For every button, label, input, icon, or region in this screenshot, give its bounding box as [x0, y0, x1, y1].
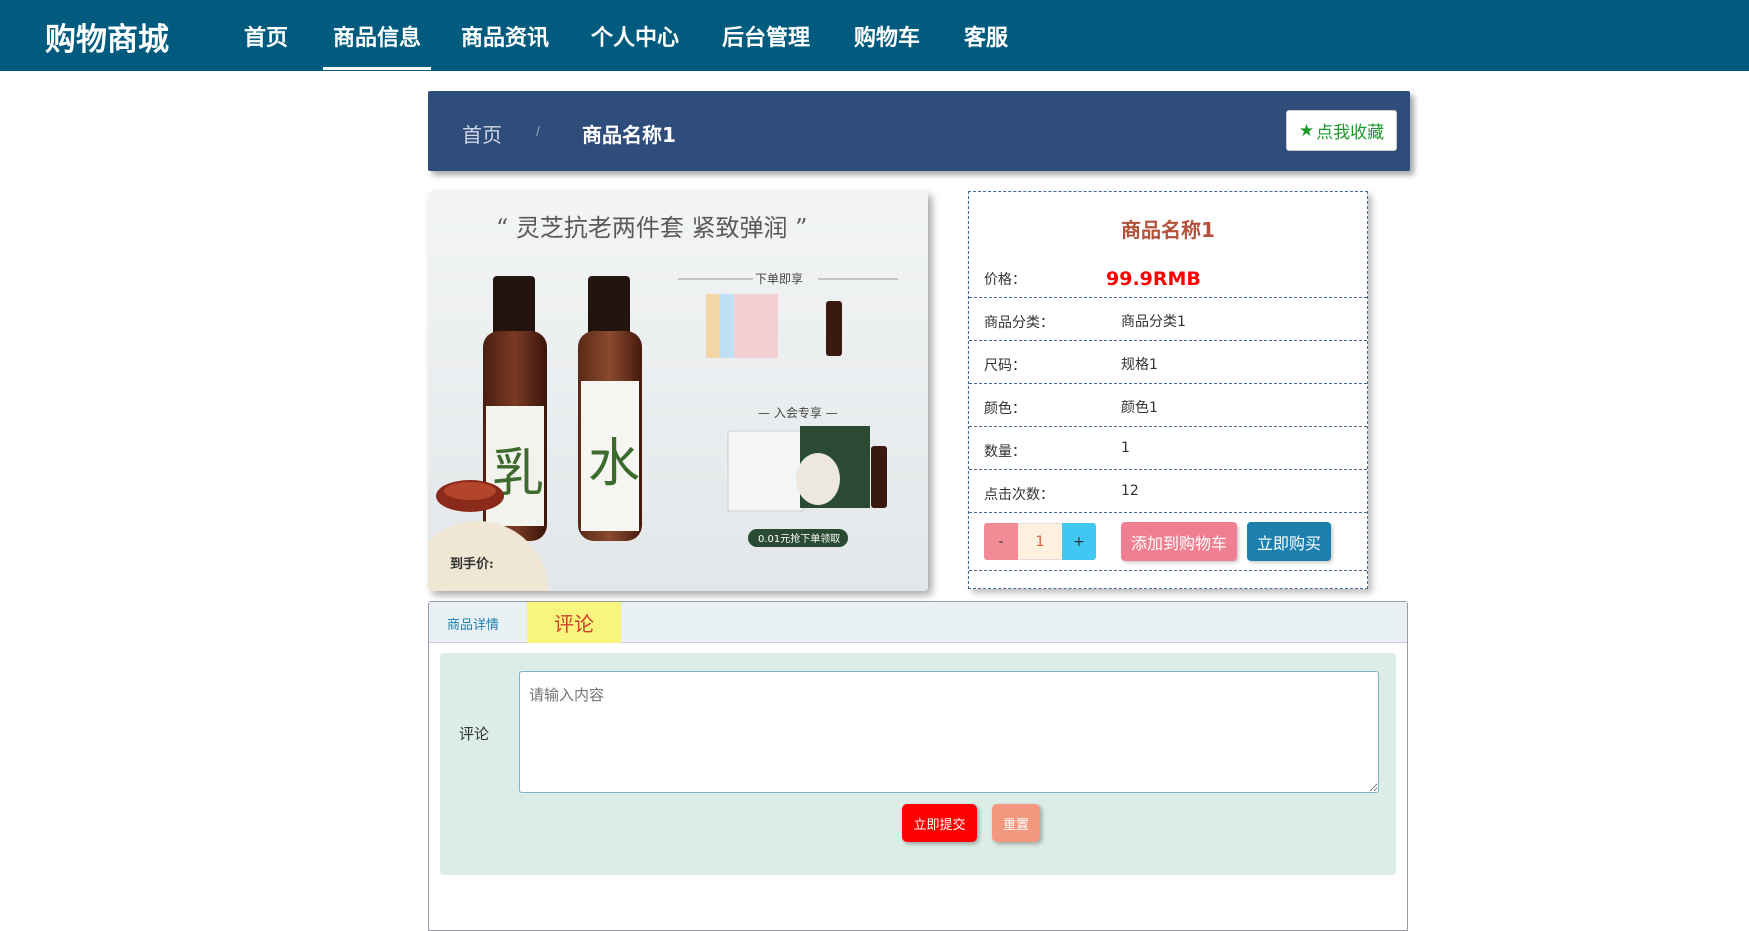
star-icon: ★ — [1298, 120, 1315, 141]
comment-form: 评论 立即提交 重置 — [440, 653, 1396, 875]
product-info-panel: 商品名称1 价格： 99.9RMB 商品分类： 商品分类1 尺码： 规格1 颜色… — [968, 191, 1368, 589]
add-to-cart-button[interactable]: 添加到购物车 — [1121, 522, 1237, 561]
breadcrumb: 首页 / 商品名称1 ★ 点我收藏 — [428, 91, 1410, 171]
breadcrumb-home[interactable]: 首页 — [462, 119, 502, 148]
category-row: 商品分类： 商品分类1 — [969, 298, 1367, 341]
buy-now-button[interactable]: 立即购买 — [1247, 522, 1331, 561]
comment-input[interactable] — [519, 671, 1379, 793]
quantity-input[interactable]: 1 — [1018, 523, 1062, 560]
breadcrumb-separator: / — [536, 124, 541, 138]
image-title: “ 灵芝抗老两件套 紧致弹润 ” — [496, 214, 807, 242]
comment-label: 评论 — [459, 725, 490, 743]
color-label: 颜色： — [984, 401, 1026, 417]
nav-item-news[interactable]: 商品资讯 — [461, 20, 549, 70]
clicks-row: 点击次数： 12 — [969, 470, 1367, 513]
clicks-label: 点击次数： — [984, 487, 1054, 503]
quantity-row: 数量： 1 — [969, 427, 1367, 470]
nav-item-profile[interactable]: 个人中心 — [591, 20, 679, 70]
gift-heading: 下单即享 — [755, 271, 803, 286]
brand-logo[interactable]: 购物商城 — [45, 14, 169, 59]
breadcrumb-current: 商品名称1 — [582, 123, 676, 147]
favorite-button[interactable]: ★ 点我收藏 — [1286, 110, 1397, 151]
quantity-increase-button[interactable]: + — [1062, 523, 1096, 560]
nav-item-cart[interactable]: 购物车 — [854, 20, 920, 70]
size-label: 尺码： — [984, 358, 1026, 374]
nav-item-products[interactable]: 商品信息 — [323, 20, 431, 70]
product-name: 商品名称1 — [1121, 218, 1215, 242]
nav-item-admin[interactable]: 后台管理 — [722, 20, 810, 70]
quantity-label: 数量： — [984, 444, 1026, 460]
price-label: 价格： — [984, 272, 1026, 288]
category-label: 商品分类： — [984, 315, 1054, 331]
top-navbar: 购物商城 首页 商品信息 商品资讯 个人中心 后台管理 购物车 客服 — [0, 0, 1749, 71]
tabs-header: 商品详情 评论 — [429, 602, 1407, 643]
quantity-decrease-button[interactable]: - — [984, 523, 1018, 560]
size-row: 尺码： 规格1 — [969, 341, 1367, 384]
price-value: 99.9RMB — [1106, 268, 1201, 290]
clicks-value: 12 — [1121, 483, 1139, 499]
nav-item-home[interactable]: 首页 — [244, 20, 288, 70]
tabs-panel: 商品详情 评论 评论 立即提交 重置 — [428, 601, 1408, 931]
tab-product-detail[interactable]: 商品详情 — [447, 614, 499, 633]
product-image: “ 灵芝抗老两件套 紧致弹润 ” 乳 水 下单即享 — 入会专享 — 0.01元… — [428, 191, 928, 591]
info-footer-divider — [969, 570, 1367, 571]
reset-button[interactable]: 重置 — [992, 804, 1040, 842]
favorite-label: 点我收藏 — [1316, 123, 1385, 143]
bottle-label-2: 水 — [588, 434, 640, 494]
price-tag: 到手价: — [450, 556, 494, 572]
nav-item-service[interactable]: 客服 — [964, 20, 1008, 70]
color-value: 颜色1 — [1121, 400, 1158, 416]
quantity-value: 1 — [1121, 440, 1130, 456]
category-value: 商品分类1 — [1121, 314, 1186, 330]
promo-badge: 0.01元抢下单领取 — [758, 532, 840, 545]
tab-comment[interactable]: 评论 — [527, 602, 621, 643]
submit-button[interactable]: 立即提交 — [902, 804, 977, 842]
member-heading: — 入会专享 — — [758, 405, 838, 420]
size-value: 规格1 — [1121, 357, 1158, 373]
color-row: 颜色： 颜色1 — [969, 384, 1367, 427]
